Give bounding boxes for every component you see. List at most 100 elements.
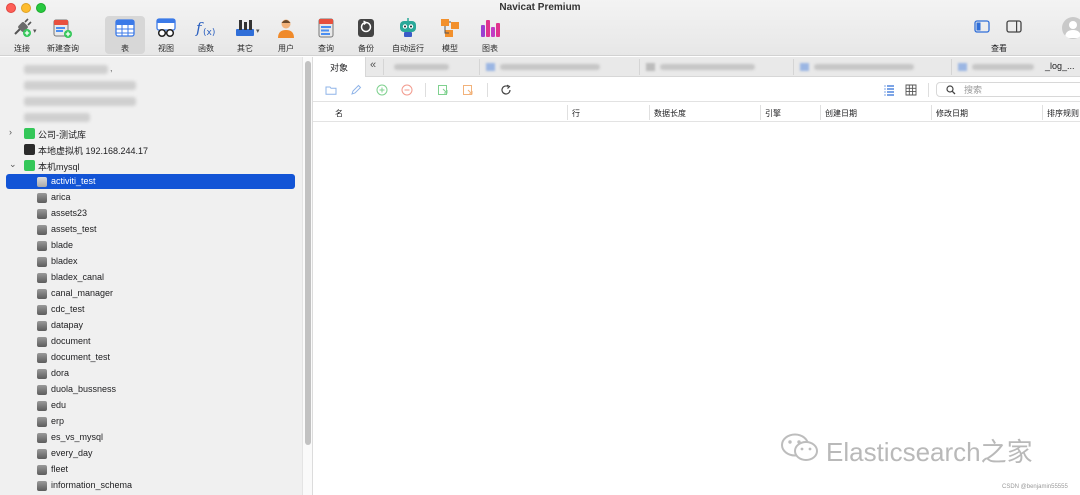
tab-log[interactable]: _log_... xyxy=(1045,61,1075,71)
column-header-created[interactable]: 创建日期 xyxy=(825,108,857,119)
toolbar-automation-button[interactable]: 自动运行 xyxy=(388,16,428,54)
column-header-rows[interactable]: 行 xyxy=(572,108,580,119)
database-icon xyxy=(37,369,47,379)
column-divider[interactable] xyxy=(567,105,568,120)
database-label: blade xyxy=(51,240,74,250)
database-item[interactable]: erp xyxy=(6,414,295,429)
database-icon xyxy=(37,273,47,283)
blurred-connection xyxy=(24,97,136,106)
connection-label: 本地虚拟机 192.168.244.17 xyxy=(38,146,149,156)
search-input[interactable] xyxy=(964,83,1074,96)
database-label: canal_manager xyxy=(51,288,114,298)
column-header-modified[interactable]: 修改日期 xyxy=(936,108,968,119)
toolbar-query-button[interactable]: 查询 xyxy=(306,16,346,54)
database-icon xyxy=(37,353,47,363)
database-item[interactable]: bladex_canal xyxy=(6,270,295,285)
tab-blurred[interactable] xyxy=(639,59,793,75)
double-chevron-left-icon[interactable]: « xyxy=(370,59,376,71)
pencil-icon[interactable] xyxy=(350,84,362,96)
column-header-collation[interactable]: 排序规则 xyxy=(1047,108,1079,119)
toolbar-function-button[interactable]: f (x) 函数 xyxy=(186,16,226,54)
list-view-icon[interactable] xyxy=(883,84,895,96)
column-divider[interactable] xyxy=(760,105,761,120)
tab-blurred[interactable] xyxy=(793,59,951,75)
chevron-right-icon[interactable]: › xyxy=(9,127,19,137)
export-icon[interactable] xyxy=(462,84,474,96)
toolbar-backup-button[interactable]: 备份 xyxy=(346,16,386,54)
database-item[interactable]: cdc_test xyxy=(6,302,295,317)
sidebar-scrollbar[interactable] xyxy=(302,57,313,495)
database-item[interactable]: information_schema xyxy=(6,478,295,493)
database-item[interactable]: dora xyxy=(6,366,295,381)
database-item[interactable]: every_day xyxy=(6,446,295,461)
tab-objects[interactable]: 对象 xyxy=(313,57,366,77)
blurred-connection xyxy=(24,65,108,74)
tab-blurred[interactable] xyxy=(479,59,639,75)
grid-view-icon[interactable] xyxy=(905,84,917,96)
toolbar-model-button[interactable]: 模型 xyxy=(430,16,470,54)
backup-icon xyxy=(358,19,374,37)
search-field[interactable] xyxy=(936,82,1080,97)
toolbar-label: 连接 xyxy=(14,44,30,53)
connection-item[interactable]: 本地虚拟机 192.168.244.17 xyxy=(6,142,296,157)
database-item[interactable]: duola_bussness xyxy=(6,382,295,397)
database-item[interactable]: es_vs_mysql xyxy=(6,430,295,445)
database-label: dora xyxy=(51,368,70,378)
column-divider[interactable] xyxy=(820,105,821,120)
credit-text: CSDN @benjamin55555 xyxy=(1002,484,1068,490)
toolbar-label: 其它 xyxy=(237,44,253,53)
open-folder-icon[interactable] xyxy=(325,84,337,96)
column-header-engine[interactable]: 引擎 xyxy=(765,108,781,119)
database-item[interactable]: document xyxy=(6,334,295,349)
database-item[interactable]: datapay xyxy=(6,318,295,333)
window-title: Navicat Premium xyxy=(499,2,581,13)
connection-item[interactable]: ⌄ 本机mysql xyxy=(6,158,296,173)
database-item[interactable]: fleet xyxy=(6,462,295,477)
database-item[interactable]: bladex xyxy=(6,254,295,269)
database-label: es_vs_mysql xyxy=(51,432,104,442)
toolbar-new-query-button[interactable]: 新建查询 xyxy=(42,16,84,54)
database-item[interactable]: assets_test xyxy=(6,222,295,237)
inspector-toggle-icon[interactable] xyxy=(1006,20,1022,33)
database-item[interactable]: activiti_test xyxy=(6,174,295,189)
column-divider[interactable] xyxy=(649,105,650,120)
object-toolbar xyxy=(313,78,1080,102)
watermark: Elasticsearch之家 xyxy=(780,430,1060,467)
database-item[interactable]: blade xyxy=(6,238,295,253)
sidebar-toggle-icon[interactable] xyxy=(974,20,990,33)
import-icon[interactable] xyxy=(437,84,449,96)
remove-icon[interactable] xyxy=(401,84,413,96)
svg-text:(x): (x) xyxy=(203,28,215,38)
add-icon[interactable] xyxy=(376,84,388,96)
toolbar-divider xyxy=(425,83,426,97)
tab-blurred[interactable] xyxy=(383,59,479,75)
tab-blurred[interactable] xyxy=(951,59,1043,75)
avatar[interactable] xyxy=(1062,17,1080,39)
toolbar-connect-button[interactable]: ▾ 连接 xyxy=(2,16,42,54)
toolbar-chart-button[interactable]: 图表 xyxy=(470,16,510,54)
column-divider[interactable] xyxy=(931,105,932,120)
toolbar-user-button[interactable]: 用户 xyxy=(266,16,306,54)
toolbar-other-button[interactable]: ▾ 其它 xyxy=(225,16,265,54)
database-label: information_schema xyxy=(51,480,133,490)
chevron-down-icon[interactable]: ⌄ xyxy=(9,159,19,170)
database-item[interactable]: arica xyxy=(6,190,295,205)
toolbar-view-button[interactable]: 视图 xyxy=(146,16,186,54)
toolbar-label: 视图 xyxy=(158,44,174,53)
database-item[interactable]: document_test xyxy=(6,350,295,365)
column-divider[interactable] xyxy=(1042,105,1043,120)
refresh-icon[interactable] xyxy=(500,84,512,96)
connection-label: 本机mysql xyxy=(38,162,80,172)
connection-item[interactable]: › 公司-测试库 xyxy=(6,126,296,141)
toolbar-label: 表 xyxy=(121,44,129,53)
database-item[interactable]: edu xyxy=(6,398,295,413)
connection-icon xyxy=(24,144,35,155)
scrollbar-thumb[interactable] xyxy=(305,61,311,445)
database-label: fleet xyxy=(51,464,69,474)
database-item[interactable]: canal_manager xyxy=(6,286,295,301)
toolbar-table-button[interactable]: 表 xyxy=(105,16,145,54)
database-label: document xyxy=(51,336,91,346)
column-header-name[interactable]: 名 xyxy=(335,108,343,119)
database-item[interactable]: assets23 xyxy=(6,206,295,221)
column-header-data-length[interactable]: 数据长度 xyxy=(654,108,686,119)
